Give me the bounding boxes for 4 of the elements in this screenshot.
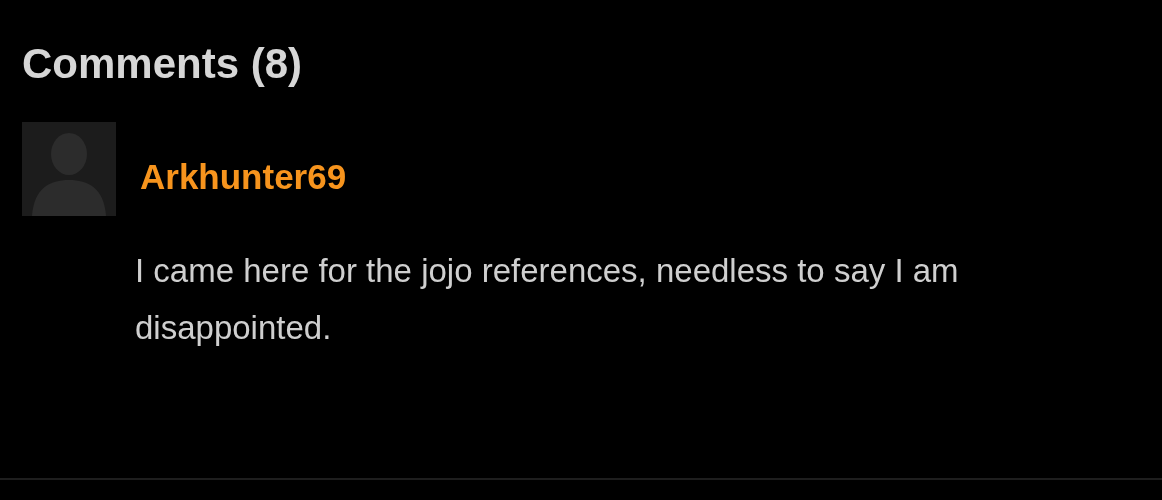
comments-heading: Comments (8) <box>22 39 303 89</box>
comment-author[interactable]: Arkhunter69 <box>140 157 347 197</box>
avatar-icon <box>22 122 116 216</box>
comment-text: I came here for the jojo references, needless to say I am disappointed. <box>135 251 960 348</box>
